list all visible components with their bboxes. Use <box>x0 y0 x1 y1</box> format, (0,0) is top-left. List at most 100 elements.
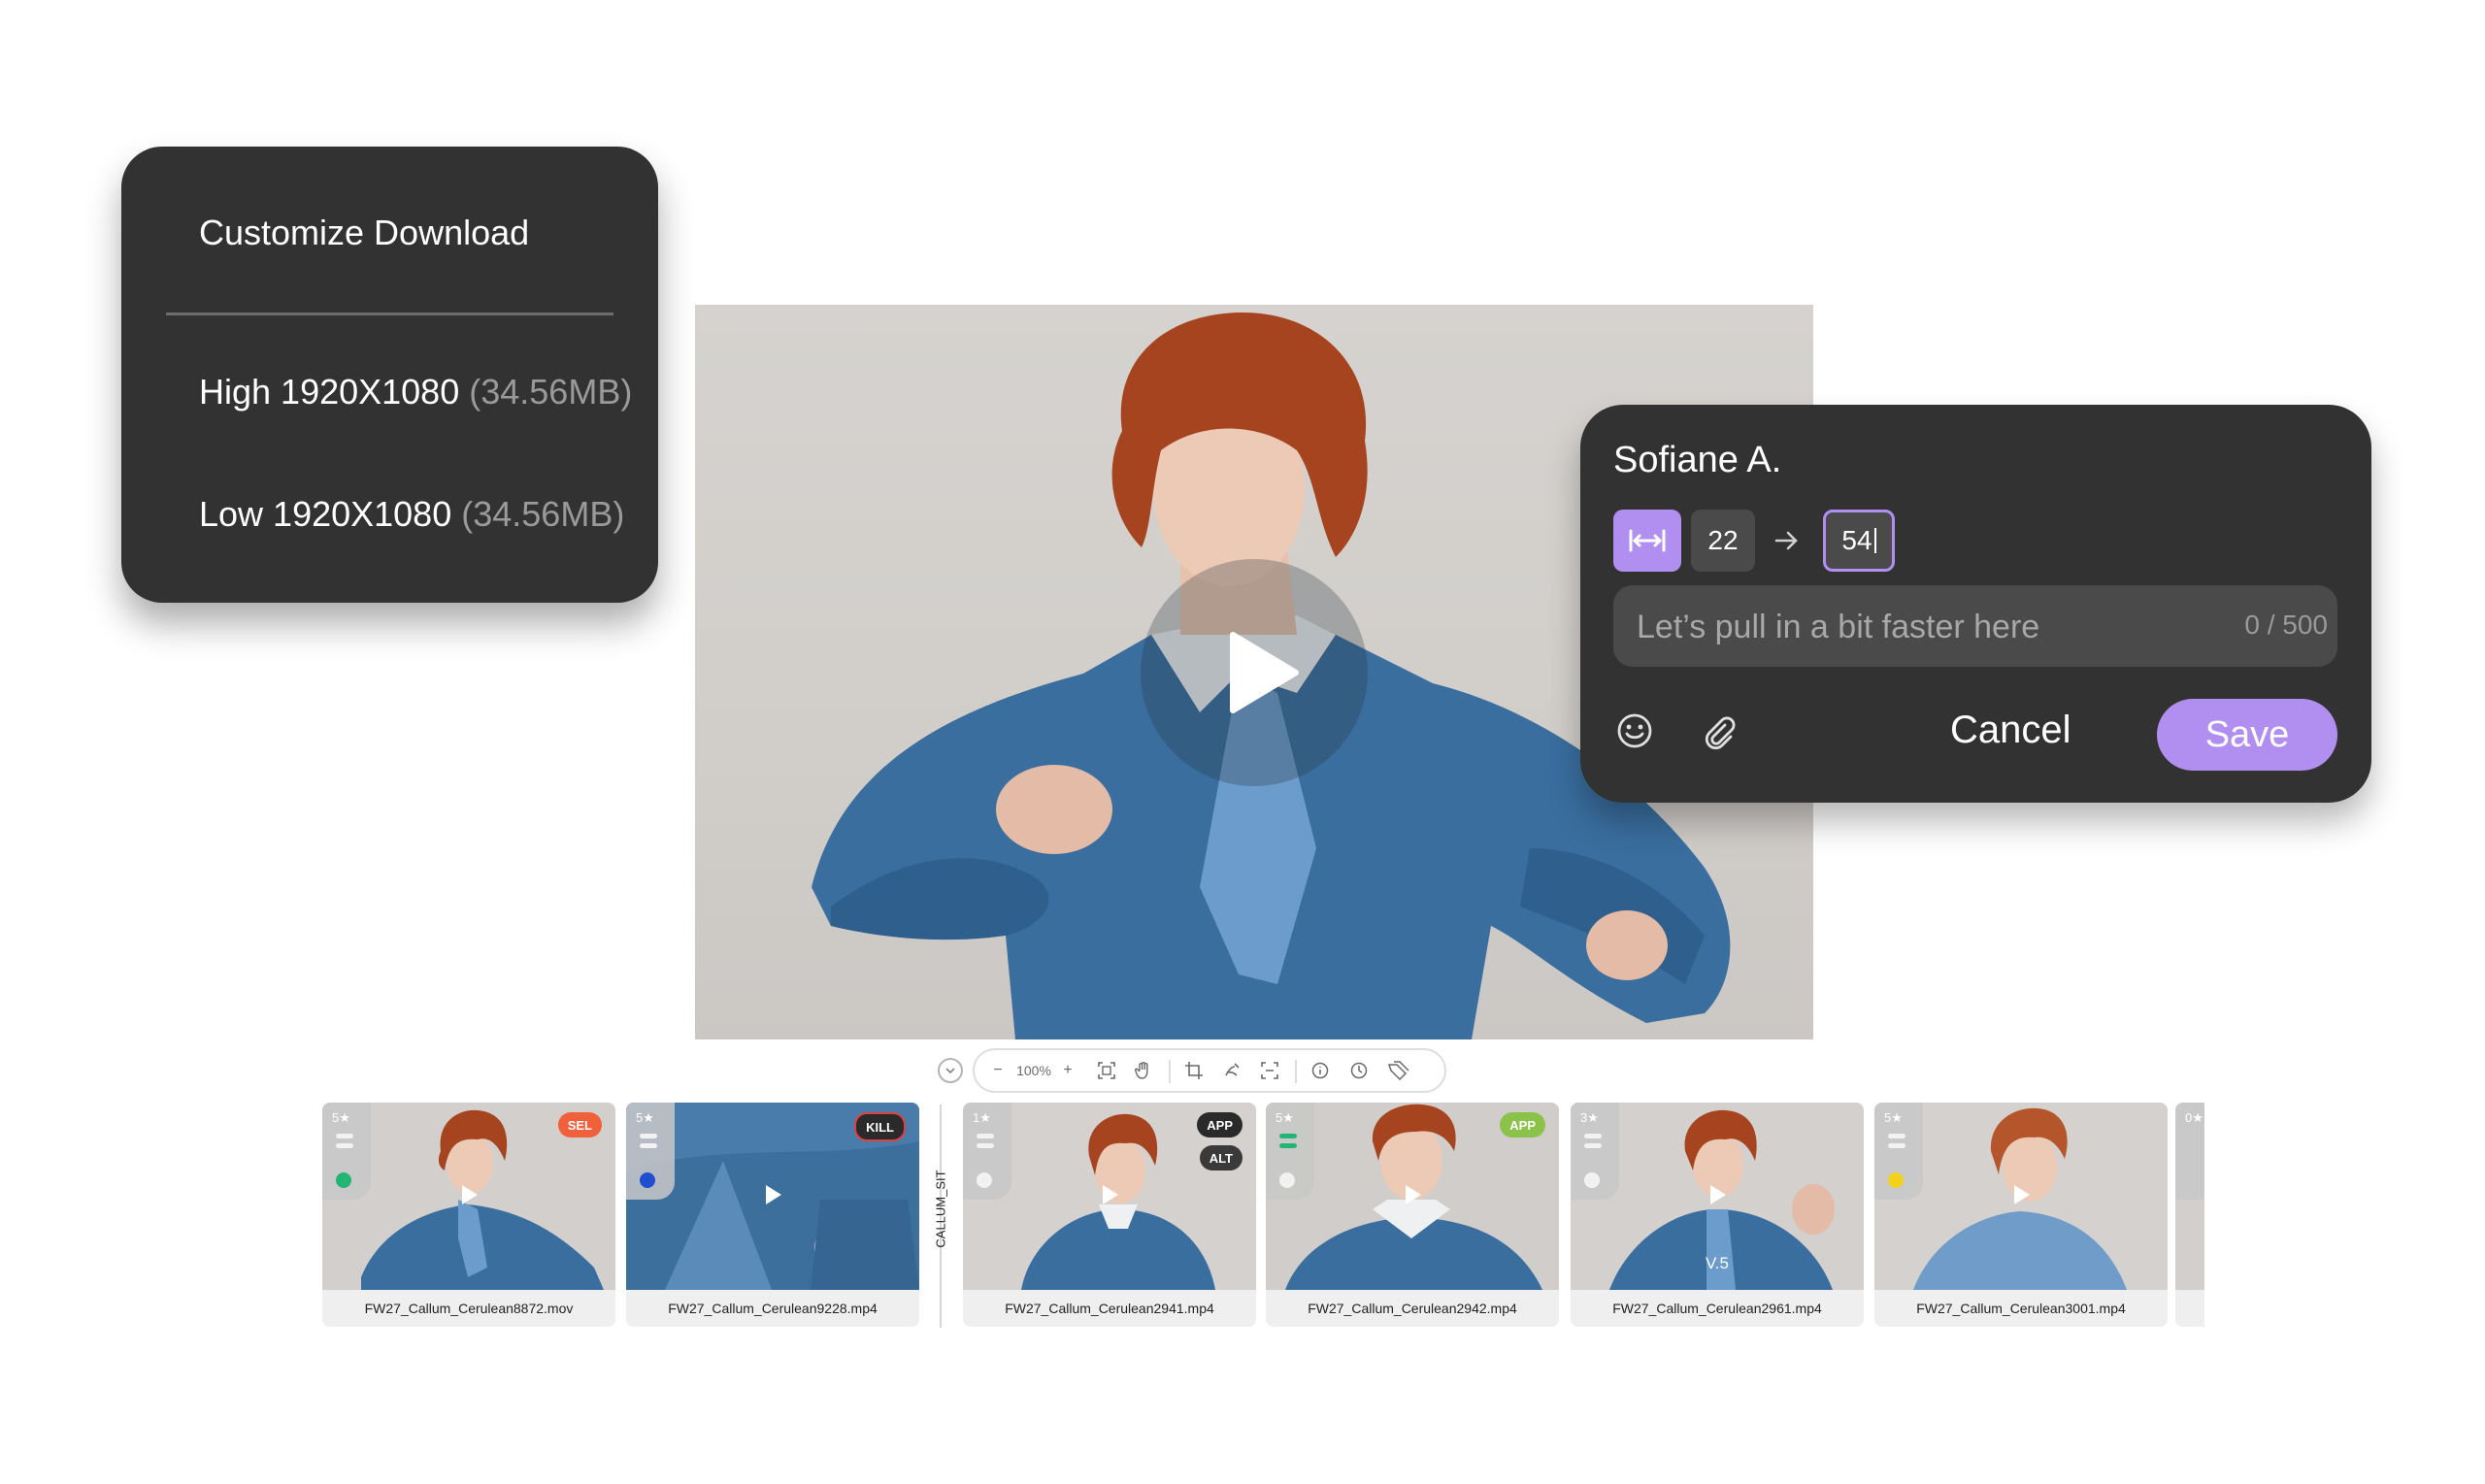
focus-button[interactable] <box>1256 1050 1283 1091</box>
filmstrip-item[interactable]: 1★ APP ALT FW27_Callum_Cerulean2941.mp4 <box>963 1103 1256 1327</box>
zoom-out-button[interactable]: − <box>988 1050 1008 1091</box>
version-label: V.5 <box>1706 1254 1729 1272</box>
zoom-in-button[interactable]: + <box>1058 1050 1077 1091</box>
download-option-high[interactable]: High 1920X1080 (34.56MB) <box>199 372 632 412</box>
label-line <box>1888 1143 1905 1148</box>
history-button[interactable] <box>1345 1050 1373 1091</box>
group-label-text: CALLUM_SIT <box>933 1170 948 1248</box>
play-icon <box>2014 1185 2030 1204</box>
status-dot-blue <box>640 1172 655 1188</box>
filmstrip-item[interactable]: 3★ V.5 FW27_Callum_Cerulean2961.mp4 <box>1571 1103 1864 1327</box>
label-line <box>977 1143 994 1148</box>
status-badge-secondary: ALT <box>1199 1145 1242 1171</box>
thumb-meta-panel: 5★ <box>1874 1103 1923 1200</box>
filmstrip-item[interactable]: 5★ FW27_Callum_Cerulean3001.mp4 <box>1874 1103 2168 1327</box>
label-line <box>336 1134 353 1138</box>
label-line <box>1584 1143 1602 1148</box>
range-toggle-button[interactable] <box>1613 510 1681 572</box>
option-size: (34.56MB) <box>461 494 625 534</box>
draw-button[interactable] <box>1219 1050 1246 1091</box>
status-dot-green <box>336 1172 351 1188</box>
comment-field[interactable]: 0 / 500 <box>1613 585 2337 669</box>
thumbnail-filename: FW27_Callum_Cerulean3001.mp4 <box>1874 1290 2168 1327</box>
play-icon <box>1406 1185 1421 1204</box>
play-icon <box>462 1185 478 1204</box>
toolbar-divider <box>1295 1060 1297 1083</box>
status-badge: APP <box>1197 1112 1242 1138</box>
fit-screen-button[interactable] <box>1093 1050 1120 1091</box>
label-line <box>977 1134 994 1138</box>
label-line <box>1888 1134 1905 1138</box>
filmstrip-item[interactable]: 5★ APP FW27_Callum_Cerulean2942.mp4 <box>1266 1103 1559 1327</box>
paperclip-icon[interactable] <box>1699 711 1738 750</box>
play-icon <box>1103 1185 1118 1204</box>
status-badge: SEL <box>557 1112 602 1138</box>
hand-tool-button[interactable] <box>1130 1050 1157 1091</box>
cancel-button[interactable]: Cancel <box>1950 709 2071 752</box>
info-button[interactable] <box>1307 1050 1334 1091</box>
fit-screen-icon <box>1098 1062 1115 1079</box>
hand-icon <box>1135 1062 1148 1079</box>
play-icon <box>1710 1185 1726 1204</box>
divider <box>166 313 613 315</box>
thumb-meta-panel: 1★ <box>963 1103 1011 1200</box>
filmstrip-item-partial[interactable]: 0★ <box>2175 1103 2204 1327</box>
text-caret <box>1873 528 1876 553</box>
thumbnail-filename: FW27_Callum_Cerulean2941.mp4 <box>963 1290 1256 1327</box>
star-rating: 5★ <box>636 1110 654 1125</box>
group-label: CALLUM_SIT <box>921 1153 960 1270</box>
label-line <box>1279 1134 1297 1138</box>
play-icon <box>766 1185 781 1204</box>
emoji-icon[interactable] <box>1615 711 1654 750</box>
label-line <box>640 1143 657 1148</box>
label-line <box>1584 1134 1602 1138</box>
viewer-toolbar: − 100% + <box>973 1048 1446 1093</box>
collapse-toolbar-button[interactable] <box>938 1058 963 1083</box>
tags-icon <box>1387 1061 1409 1080</box>
status-badge: KILL <box>854 1112 906 1141</box>
thumb-meta-panel: 3★ <box>1571 1103 1619 1200</box>
thumb-meta-panel: 0★ <box>2175 1103 2204 1200</box>
star-rating: 5★ <box>1276 1110 1294 1125</box>
timecode-end-input[interactable]: 54 <box>1823 510 1895 572</box>
play-icon <box>1230 632 1299 713</box>
chevron-down-icon <box>945 1068 955 1074</box>
thumb-meta-panel: 5★ <box>1266 1103 1314 1200</box>
option-label: High 1920X1080 <box>199 372 460 412</box>
arrow-right-icon <box>1774 531 1798 550</box>
save-button[interactable]: Save <box>2157 699 2337 771</box>
thumbnail-filename: FW27_Callum_Cerulean2942.mp4 <box>1266 1290 1559 1327</box>
download-option-low[interactable]: Low 1920X1080 (34.56MB) <box>199 494 624 535</box>
label-line <box>336 1143 353 1148</box>
label-line <box>1279 1143 1297 1148</box>
comment-input[interactable] <box>1635 585 2182 669</box>
thumb-meta-panel: 5★ <box>626 1103 675 1200</box>
option-size: (34.56MB) <box>469 372 633 412</box>
customize-download-menu: Customize Download High 1920X1080 (34.56… <box>121 147 658 603</box>
crop-button[interactable] <box>1180 1050 1208 1091</box>
thumb-meta-panel: 5★ <box>322 1103 371 1200</box>
star-rating: 3★ <box>1580 1110 1599 1125</box>
tags-button[interactable] <box>1384 1050 1413 1091</box>
character-counter: 0 / 500 <box>2244 610 2328 640</box>
label-line <box>640 1134 657 1138</box>
status-dot-empty <box>977 1172 992 1188</box>
draw-icon <box>1225 1063 1240 1076</box>
status-dot-yellow <box>1888 1172 1904 1188</box>
status-badge: APP <box>1500 1112 1545 1138</box>
zoom-level: 100% <box>1016 1063 1051 1078</box>
play-button[interactable] <box>1141 559 1368 786</box>
status-dot-empty <box>1584 1172 1600 1188</box>
status-dot-empty <box>1279 1172 1295 1188</box>
star-rating: 5★ <box>332 1110 350 1125</box>
star-rating: 0★ <box>2185 1110 2203 1125</box>
filmstrip-item[interactable]: 5★ SEL FW27_Callum_Cerulean8872.mov <box>322 1103 615 1327</box>
filmstrip-item[interactable]: 5★ KILL FW27_Callum_Cerulean9228.mp4 <box>626 1103 919 1327</box>
comment-editor: Sofiane A. 22 54 0 / 500 Cancel Save <box>1580 405 2371 803</box>
toolbar-divider <box>1169 1060 1171 1083</box>
range-icon <box>1629 529 1666 552</box>
focus-icon <box>1261 1062 1278 1079</box>
download-menu-title: Customize Download <box>199 213 530 252</box>
crop-icon <box>1185 1062 1203 1079</box>
timecode-start[interactable]: 22 <box>1691 510 1755 572</box>
